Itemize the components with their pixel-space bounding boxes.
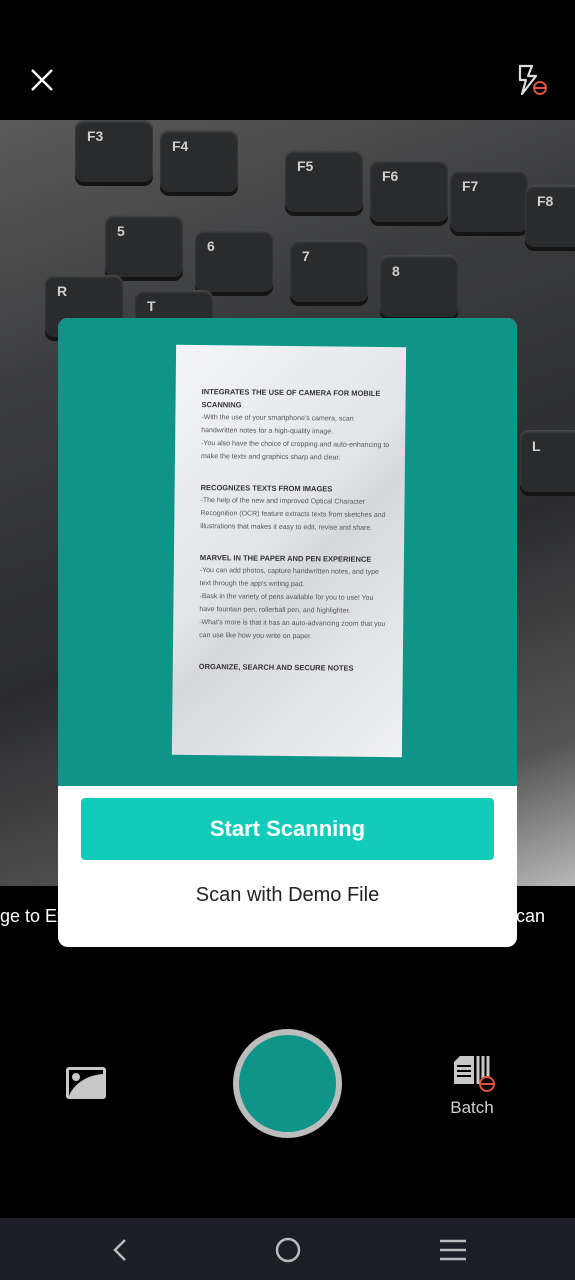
key-label: 5 (117, 223, 125, 239)
doc-line: -You can add photos, capture handwritten… (199, 567, 379, 589)
doc-line: -You also have the choice of cropping an… (200, 440, 390, 462)
mode-hint-left[interactable]: ge to Ex (0, 906, 66, 927)
key-label: F8 (537, 193, 554, 209)
batch-button[interactable]: Batch (440, 1052, 504, 1122)
key-label: 8 (392, 263, 400, 279)
key-label: F3 (87, 128, 104, 144)
key-label: F4 (172, 138, 189, 154)
key-label: 7 (302, 248, 310, 264)
demo-document: INTEGRATES THE USE OF CAMERA FOR MOBILE … (171, 344, 407, 758)
doc-heading: INTEGRATES THE USE OF CAMERA FOR MOBILE … (201, 387, 381, 410)
top-bar (0, 0, 575, 120)
doc-line: -Bask in the variety of pens available f… (199, 593, 374, 615)
home-icon[interactable] (272, 1234, 304, 1266)
batch-icon (454, 1056, 495, 1092)
key-label: R (57, 283, 68, 299)
key-label: F6 (382, 168, 399, 184)
demo-preview: INTEGRATES THE USE OF CAMERA FOR MOBILE … (58, 318, 517, 786)
close-icon[interactable] (26, 64, 58, 96)
system-nav-bar (0, 1218, 575, 1280)
batch-label: Batch (450, 1098, 494, 1117)
key-label: T (147, 298, 156, 314)
start-scanning-button[interactable]: Start Scanning (81, 798, 494, 860)
key-label: F5 (297, 158, 314, 174)
key-label: L (532, 438, 541, 454)
onboarding-dialog: INTEGRATES THE USE OF CAMERA FOR MOBILE … (58, 318, 517, 947)
mode-hint-right[interactable]: can (516, 906, 545, 927)
back-icon[interactable] (105, 1234, 137, 1266)
menu-icon[interactable] (437, 1234, 469, 1266)
key-label: 6 (207, 238, 215, 254)
flash-off-icon[interactable] (512, 62, 552, 98)
scan-demo-file-button[interactable]: Scan with Demo File (58, 884, 517, 907)
key-label: F7 (462, 178, 479, 194)
gallery-icon[interactable] (64, 1065, 108, 1101)
shutter-button[interactable] (233, 1029, 342, 1138)
doc-line: -With the use of your smartphone's camer… (201, 414, 354, 436)
doc-heading: ORGANIZE, SEARCH AND SECURE NOTES (198, 662, 354, 673)
doc-line: -What's more is that it has an auto-adva… (199, 619, 386, 641)
doc-line: -The help of the new and improved Optica… (200, 497, 386, 532)
